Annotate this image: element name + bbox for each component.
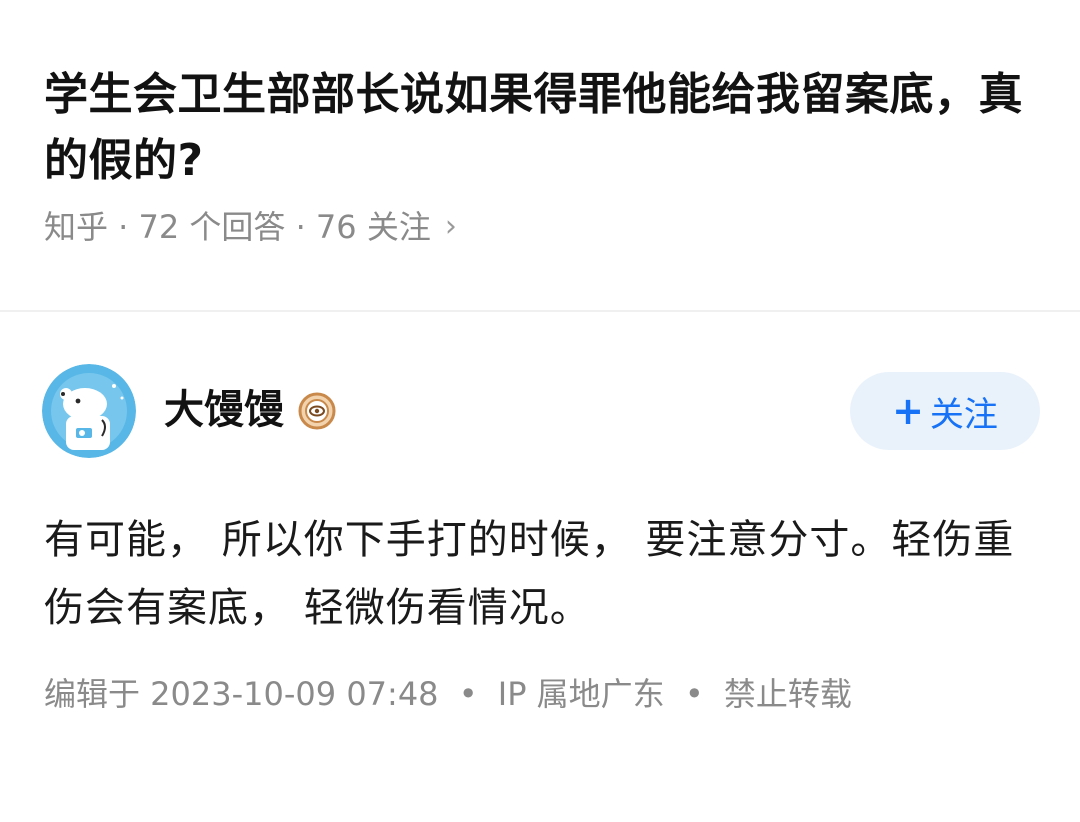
answer-content[interactable]: 有可能， 所以你下手打的时候， 要注意分寸。轻伤重伤会有案底， 轻微伤看情况。 (44, 506, 1024, 642)
author-name[interactable]: 大馒馒 (164, 384, 284, 436)
avatar[interactable] (42, 364, 136, 458)
meta-separator: • (458, 675, 478, 713)
question-meta[interactable]: 知乎 · 72 个回答 · 76 关注 › (44, 206, 1034, 248)
follow-button-label: 关注 (929, 394, 998, 435)
eye-badge-icon[interactable] (298, 392, 336, 430)
question-title[interactable]: 学生会卫生部部长说如果得罪他能给我留案底，真的假的? (44, 62, 1034, 194)
polar-bear-astronaut-avatar-icon (42, 364, 136, 458)
meta-separator: • (684, 675, 704, 713)
copyright-notice: 禁止转载 (723, 675, 852, 713)
answer-meta: 编辑于 2023-10-09 07:48 • IP 属地广东 • 禁止转载 (44, 672, 852, 716)
author-row: 大馒馒 + 关注 (42, 362, 1040, 458)
plus-icon: + (892, 389, 924, 433)
section-divider (0, 310, 1080, 312)
question-meta-text: 知乎 · 72 个回答 · 76 关注 (44, 208, 431, 246)
follow-button[interactable]: + 关注 (850, 372, 1040, 450)
chevron-right-icon: › (444, 209, 457, 244)
ip-location: IP 属地广东 (497, 675, 665, 713)
question-header: 学生会卫生部部长说如果得罪他能给我留案底，真的假的? 知乎 · 72 个回答 ·… (44, 62, 1034, 248)
edit-timestamp: 编辑于 2023-10-09 07:48 (44, 675, 439, 713)
